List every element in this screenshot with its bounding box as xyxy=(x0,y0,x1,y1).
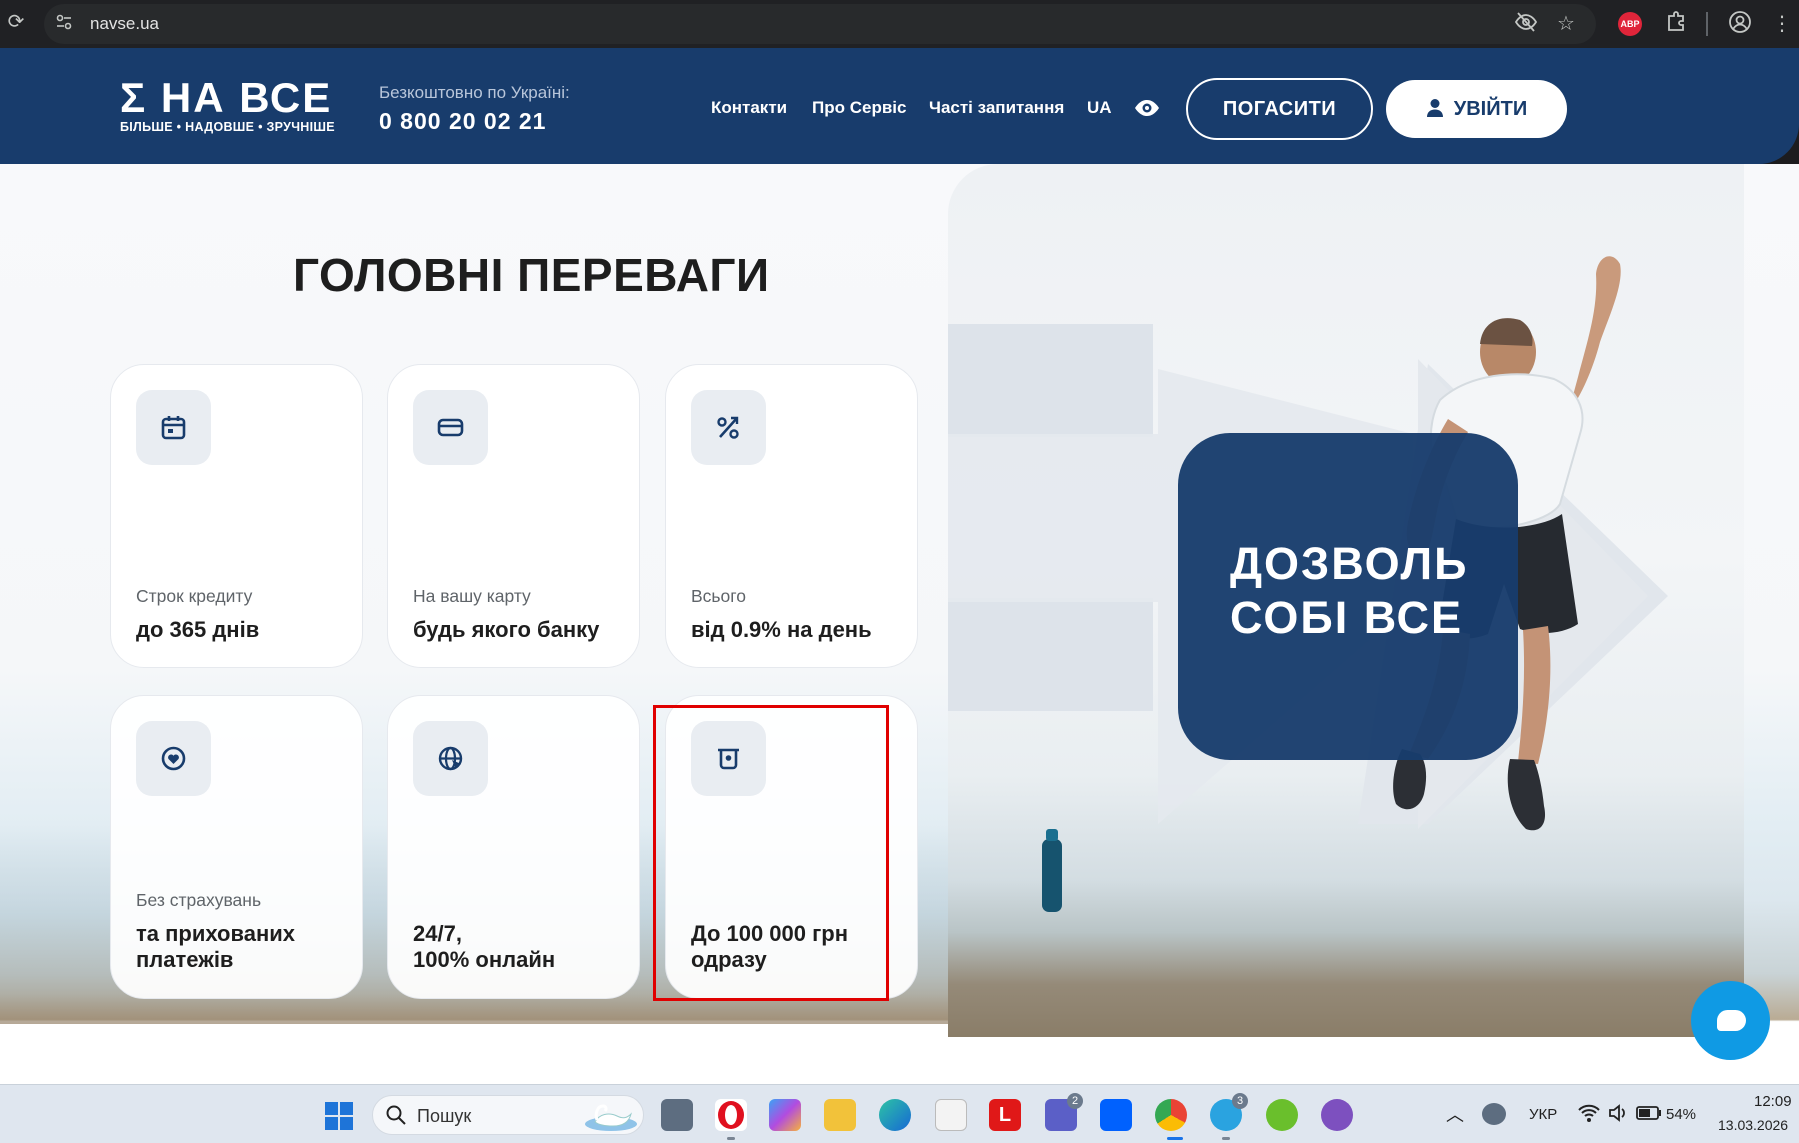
battery-percent: 54% xyxy=(1666,1106,1697,1123)
feature-label: На вашу карту xyxy=(413,586,531,606)
file-explorer-icon[interactable] xyxy=(824,1099,856,1131)
opera-icon[interactable] xyxy=(715,1099,747,1131)
address-bar[interactable] xyxy=(44,4,1596,44)
nav-about[interactable]: Про Сервіс xyxy=(812,98,906,118)
chat-bubble-icon xyxy=(1717,1010,1746,1031)
utorrent-icon[interactable] xyxy=(1266,1099,1298,1131)
nav-contacts[interactable]: Контакти xyxy=(711,98,787,118)
globe-icon xyxy=(413,721,488,796)
tray-overflow-icon[interactable]: ︿ xyxy=(1446,1101,1464,1127)
feature-value: будь якого банку xyxy=(413,617,600,642)
onedrive-icon[interactable] xyxy=(1482,1103,1506,1125)
windows-start-icon[interactable] xyxy=(325,1102,353,1130)
volume-icon[interactable] xyxy=(1608,1104,1628,1122)
copilot-icon[interactable] xyxy=(769,1099,801,1131)
edge-icon[interactable] xyxy=(879,1099,911,1131)
eye-off-icon[interactable] xyxy=(1512,10,1540,38)
site-info-icon[interactable] xyxy=(52,12,76,36)
feature-label: Всього xyxy=(691,586,747,606)
dropbox-icon[interactable] xyxy=(1100,1099,1132,1131)
url-text[interactable]: navse.ua xyxy=(90,12,159,36)
input-language[interactable]: УКР xyxy=(1529,1106,1557,1123)
hero-slogan-card: ДОЗВОЛЬ СОБІ ВСЕ xyxy=(1178,433,1518,760)
active-indicator xyxy=(1167,1137,1183,1140)
search-placeholder: Пошук xyxy=(417,1106,472,1126)
hero-slogan: ДОЗВОЛЬ СОБІ ВСЕ xyxy=(1230,538,1469,643)
windows-taskbar: Пошук L 2 3 ︿ УКР 54% 12:09 13.03.2026 xyxy=(0,1084,1799,1143)
adblock-icon[interactable]: ABP xyxy=(1618,12,1642,36)
swan-icon xyxy=(585,1104,637,1131)
feature-card-term: Строк кредиту до 365 днів xyxy=(110,364,363,668)
feature-card-online: 24/7, 100% онлайн xyxy=(387,695,640,999)
feature-value: до 365 днів xyxy=(136,617,260,642)
feature-value: від 0.9% на день xyxy=(691,617,872,642)
profile-icon[interactable] xyxy=(1726,10,1754,38)
reload-icon[interactable]: ⟳ xyxy=(4,10,28,34)
hotline-label: Безкоштовно по Україні: xyxy=(379,83,570,102)
feature-card-no-fees: Без страхувань та прихованих платежів xyxy=(110,695,363,999)
login-label: УВІЙТИ xyxy=(1453,98,1528,120)
percent-icon xyxy=(691,390,766,465)
shield-heart-icon xyxy=(136,721,211,796)
login-button[interactable]: УВІЙТИ xyxy=(1386,80,1567,138)
browser-toolbar: ⟳ navse.ua ☆ ABP ⋮ xyxy=(0,0,1799,48)
nav-faq[interactable]: Часті запитання xyxy=(929,98,1064,118)
section-title: ГОЛОВНІ ПЕРЕВАГИ xyxy=(293,249,770,301)
highlight-annotation xyxy=(653,705,889,1001)
notification-badge: 3 xyxy=(1232,1093,1248,1109)
viber-icon[interactable] xyxy=(1321,1099,1353,1131)
battery-icon[interactable] xyxy=(1636,1106,1662,1120)
visually-impaired-icon[interactable] xyxy=(1133,94,1161,122)
feature-label: Без страхувань xyxy=(136,890,262,910)
main-content: ДОЗВОЛЬ СОБІ ВСЕ ГОЛОВНІ ПЕРЕВАГИ Строк … xyxy=(0,164,1799,1084)
hero-banner: ДОЗВОЛЬ СОБІ ВСЕ xyxy=(948,164,1744,1037)
notification-badge: 2 xyxy=(1067,1093,1083,1109)
pay-button[interactable]: ПОГАСИТИ xyxy=(1186,78,1373,140)
store-icon[interactable] xyxy=(935,1099,967,1131)
teams-icon[interactable]: 2 xyxy=(1045,1093,1083,1131)
clock-date[interactable]: 13.03.2026 xyxy=(1718,1117,1788,1133)
hotline-phone[interactable]: 0 800 20 02 21 xyxy=(379,108,546,135)
running-indicator xyxy=(1222,1137,1230,1140)
task-view-icon[interactable] xyxy=(661,1099,693,1131)
chrome-icon[interactable] xyxy=(1155,1099,1187,1131)
feature-card-rate: Всього від 0.9% на день xyxy=(665,364,918,668)
calendar-icon xyxy=(136,390,211,465)
feature-label: Строк кредиту xyxy=(136,586,253,606)
user-icon xyxy=(1426,99,1443,117)
menu-icon[interactable]: ⋮ xyxy=(1768,10,1796,38)
logo[interactable]: Ʃ НА ВСЕ БІЛЬШЕ • НАДОВШЕ • ЗРУЧНІШЕ xyxy=(120,74,350,135)
card-icon xyxy=(413,390,488,465)
site-header: Ʃ НА ВСЕ БІЛЬШЕ • НАДОВШЕ • ЗРУЧНІШЕ Без… xyxy=(0,48,1799,164)
feature-value: 24/7, 100% онлайн xyxy=(413,921,556,972)
l-app-icon[interactable]: L xyxy=(989,1099,1021,1131)
feature-value: та прихованих платежів xyxy=(136,921,296,972)
clock-time[interactable]: 12:09 xyxy=(1754,1093,1792,1110)
taskbar-search[interactable]: Пошук xyxy=(372,1095,644,1135)
toolbar-divider xyxy=(1706,12,1708,36)
chat-button[interactable] xyxy=(1691,981,1770,1060)
extensions-icon[interactable] xyxy=(1662,10,1690,38)
wifi-icon[interactable] xyxy=(1578,1103,1600,1123)
language-switch[interactable]: UA xyxy=(1087,98,1112,118)
star-icon[interactable]: ☆ xyxy=(1552,10,1580,38)
telegram-icon[interactable]: 3 xyxy=(1210,1093,1248,1131)
feature-card-card: На вашу карту будь якого банку xyxy=(387,364,640,668)
running-indicator xyxy=(727,1137,735,1140)
search-icon xyxy=(386,1105,406,1125)
logo-tagline: БІЛЬШЕ • НАДОВШЕ • ЗРУЧНІШЕ xyxy=(120,120,335,134)
logo-mark: Ʃ НА ВСЕ xyxy=(120,74,333,121)
